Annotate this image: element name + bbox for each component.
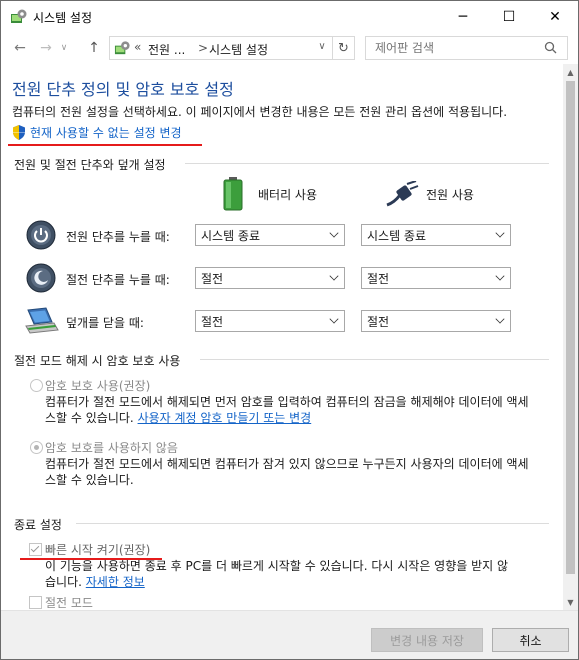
- require-password-radio[interactable]: [30, 379, 43, 392]
- section-divider: [76, 523, 549, 524]
- uac-shield-icon: [13, 125, 25, 140]
- close-button[interactable]: ✕: [532, 1, 578, 32]
- fast-startup-checkbox[interactable]: [29, 543, 42, 556]
- section-divider: [200, 359, 549, 360]
- select-value: 시스템 종료: [367, 229, 427, 243]
- chevron-down-icon: [495, 314, 505, 324]
- breadcrumb-separator-icon[interactable]: >: [198, 41, 208, 55]
- chevron-down-icon: [329, 314, 339, 324]
- lid-close-label: 덮개를 닫을 때:: [66, 316, 144, 330]
- address-chevron-icon[interactable]: «: [134, 40, 141, 54]
- shutdown-section-header: 종료 설정: [14, 518, 62, 532]
- page-title: 전원 단추 정의 및 암호 보호 설정: [12, 80, 234, 99]
- no-password-radio[interactable]: [30, 441, 43, 454]
- recent-locations-dropdown[interactable]: ∨: [57, 38, 71, 58]
- scroll-thumb[interactable]: [566, 81, 575, 574]
- scroll-up-icon[interactable]: ▲: [563, 64, 578, 80]
- search-icon[interactable]: [544, 41, 557, 54]
- sleep-button-plugged-select[interactable]: 절전: [361, 267, 511, 289]
- up-arrow-icon[interactable]: ↑: [83, 38, 105, 58]
- minimize-button[interactable]: ─: [440, 1, 486, 32]
- chevron-down-icon: [495, 271, 505, 281]
- laptop-lid-icon: [25, 307, 59, 334]
- change-unavailable-settings-link[interactable]: 현재 사용할 수 없는 설정 변경: [12, 124, 182, 141]
- control-panel-icon: [114, 41, 130, 55]
- search-input[interactable]: [365, 36, 568, 60]
- section-divider: [185, 163, 549, 164]
- fast-startup-description: 이 기능을 사용하면 종료 후 PC를 더 빠르게 시작할 수 있습니다. 다시…: [45, 559, 509, 573]
- title-bar: 시스템 설정 ─ ☐ ✕: [1, 1, 578, 32]
- refresh-icon[interactable]: ↻: [332, 37, 354, 59]
- fast-startup-label: 빠른 시작 켜기(권장): [45, 543, 151, 557]
- save-changes-button[interactable]: 변경 내용 저장: [371, 628, 483, 652]
- password-section-header: 절전 모드 해제 시 암호 보호 사용: [14, 354, 181, 368]
- create-change-password-link[interactable]: 사용자 계정 암호 만들기 또는 변경: [138, 411, 312, 425]
- lid-close-battery-select[interactable]: 절전: [195, 310, 345, 332]
- power-button-label: 전원 단추를 누를 때:: [66, 230, 170, 244]
- plugged-in-column-header: 전원 사용: [426, 188, 474, 202]
- vertical-scrollbar[interactable]: ▲ ▼: [563, 64, 578, 610]
- fast-startup-description-cont: 습니다. 자세한 정보: [45, 574, 345, 590]
- back-arrow-icon[interactable]: ←: [9, 38, 31, 58]
- no-password-label: 암호 보호를 사용하지 않음: [45, 441, 178, 455]
- power-plug-icon: [386, 181, 419, 207]
- breadcrumb-power-options[interactable]: 전원 ...: [148, 41, 185, 58]
- battery-column-header: 배터리 사용: [258, 188, 318, 202]
- window: 시스템 설정 ─ ☐ ✕ ← → ∨ ↑ « 전원 ... > 시스템 설정 ∨…: [0, 0, 579, 660]
- chevron-down-icon: [329, 228, 339, 238]
- power-button-icon: [26, 220, 56, 250]
- fast-startup-desc-tail: 습니다.: [45, 575, 82, 589]
- address-bar[interactable]: « 전원 ... > 시스템 설정 ∨ ↻: [109, 36, 355, 60]
- select-value: 시스템 종료: [201, 229, 261, 243]
- scroll-down-icon[interactable]: ▼: [563, 594, 578, 610]
- power-section-header: 전원 및 절전 단추와 덮개 설정: [14, 158, 166, 172]
- system-settings-icon: [11, 9, 27, 23]
- content-area: 전원 단추 정의 및 암호 보호 설정 컴퓨터의 전원 설정을 선택하세요. 이…: [2, 64, 563, 610]
- address-dropdown-icon[interactable]: ∨: [315, 41, 329, 52]
- chevron-down-icon: [329, 271, 339, 281]
- sleep-label: 절전 모드: [45, 596, 93, 610]
- require-password-description: 컴퓨터가 절전 모드에서 해제되면 먼저 암호를 입력하여 컴퓨터의 잠금을 해…: [45, 394, 535, 426]
- chevron-down-icon: [495, 228, 505, 238]
- select-value: 절전: [367, 272, 390, 286]
- select-value: 절전: [367, 315, 390, 329]
- select-value: 절전: [201, 272, 224, 286]
- lid-close-plugged-select[interactable]: 절전: [361, 310, 511, 332]
- navigation-bar: ← → ∨ ↑ « 전원 ... > 시스템 설정 ∨ ↻: [1, 32, 578, 64]
- more-info-link[interactable]: 자세한 정보: [86, 575, 145, 589]
- sleep-button-battery-select[interactable]: 절전: [195, 267, 345, 289]
- page-description: 컴퓨터의 전원 설정을 선택하세요. 이 페이지에서 변경한 내용은 모든 전원…: [12, 105, 508, 119]
- breadcrumb-system-settings[interactable]: 시스템 설정: [209, 41, 268, 58]
- forward-arrow-icon[interactable]: →: [35, 38, 57, 58]
- sleep-checkbox[interactable]: [29, 596, 42, 609]
- sleep-button-label: 절전 단추를 누를 때:: [66, 273, 170, 287]
- power-button-battery-select[interactable]: 시스템 종료: [195, 224, 345, 246]
- window-title: 시스템 설정: [33, 11, 93, 25]
- highlight-underline: [8, 144, 202, 146]
- change-settings-link-text[interactable]: 현재 사용할 수 없는 설정 변경: [30, 124, 182, 141]
- footer-bar: 변경 내용 저장 취소: [1, 610, 578, 659]
- checkmark-icon: [30, 543, 40, 553]
- power-button-plugged-select[interactable]: 시스템 종료: [361, 224, 511, 246]
- select-value: 절전: [201, 315, 224, 329]
- sleep-button-icon: [26, 263, 56, 293]
- cancel-button[interactable]: 취소: [492, 628, 569, 652]
- maximize-button[interactable]: ☐: [486, 1, 532, 32]
- no-password-description: 컴퓨터가 절전 모드에서 해제되면 컴퓨터가 잠겨 있지 않으므로 누구든지 사…: [45, 457, 529, 487]
- require-password-label: 암호 보호 사용(권장): [45, 379, 151, 393]
- battery-icon: [223, 177, 243, 211]
